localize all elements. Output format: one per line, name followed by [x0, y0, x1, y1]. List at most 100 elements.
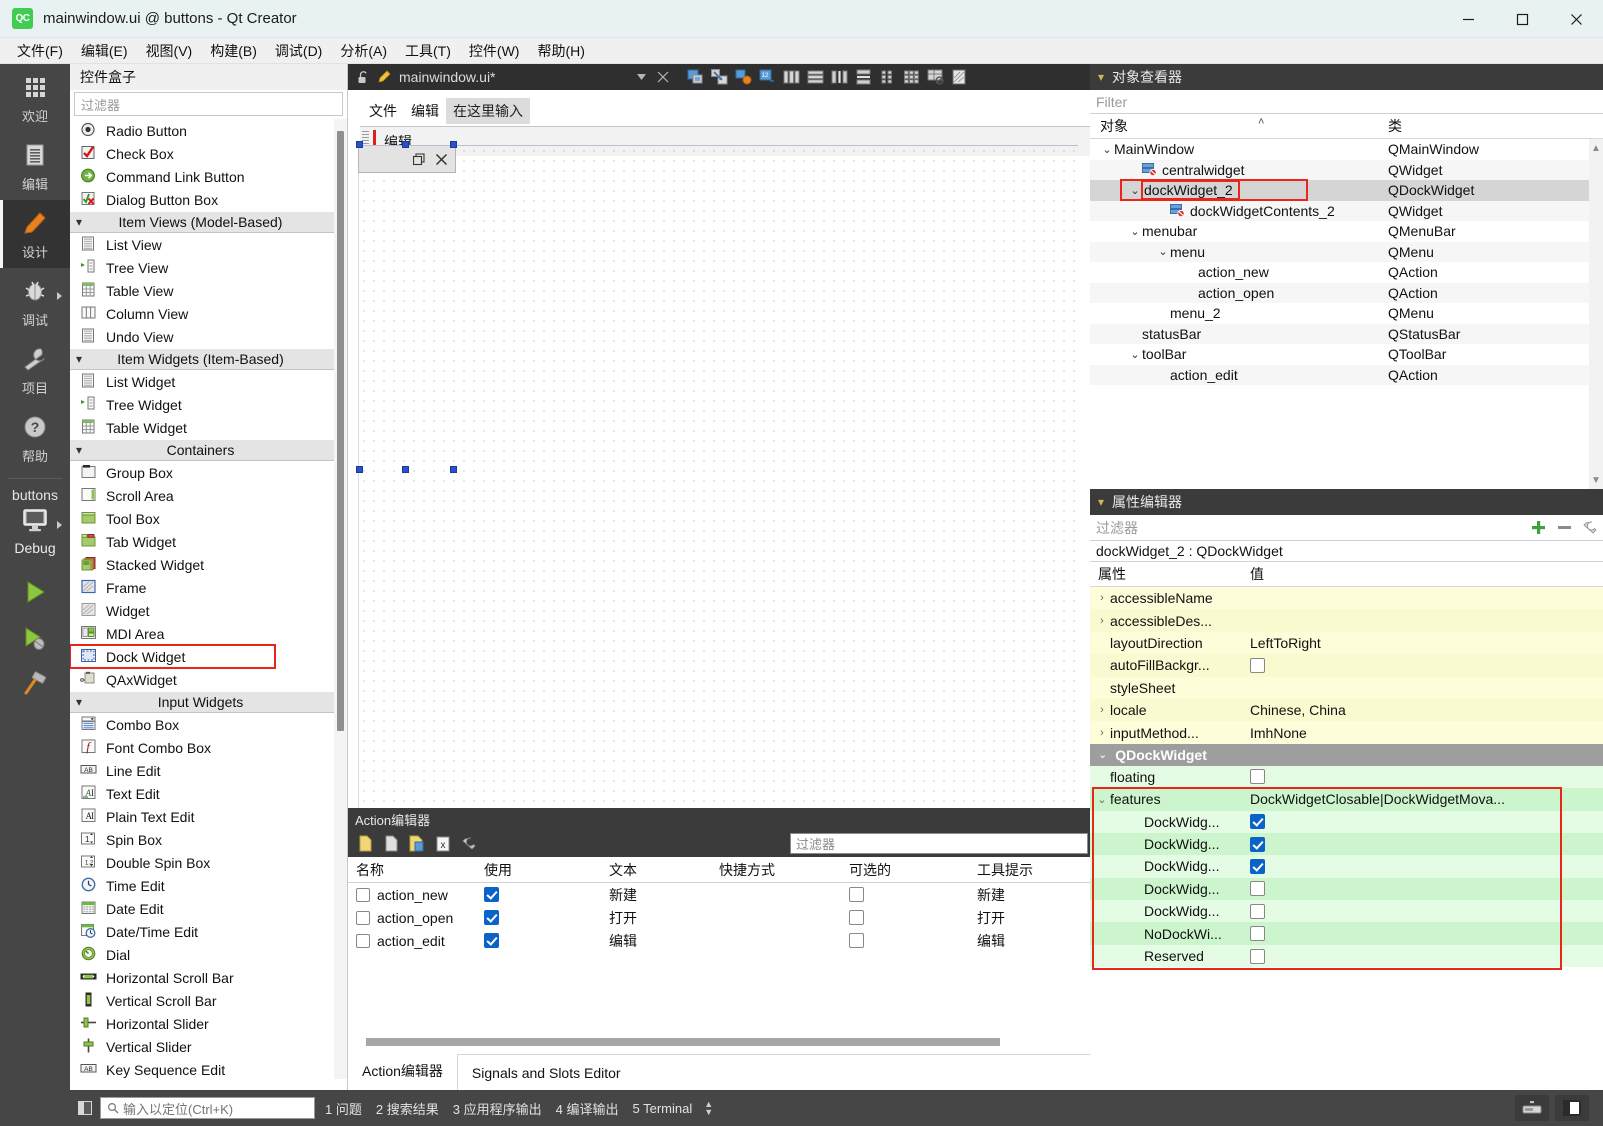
- layout-grid-icon[interactable]: [900, 66, 922, 88]
- widget-item-list-widget[interactable]: List Widget: [70, 370, 347, 393]
- menu-debug[interactable]: 调试(D): [266, 38, 331, 64]
- object-tree-row[interactable]: action_new QAction: [1090, 262, 1603, 283]
- progress-icon[interactable]: [1515, 1095, 1549, 1121]
- object-column-header[interactable]: 对象: [1090, 116, 1380, 136]
- close-icon[interactable]: [435, 153, 448, 166]
- property-group-qdockwidget[interactable]: ⌄ QDockWidget: [1090, 743, 1603, 766]
- menu-view[interactable]: 视图(V): [137, 38, 202, 64]
- property-editor-title-bar[interactable]: ▾ 属性编辑器: [1090, 489, 1603, 515]
- output-pane-button[interactable]: 3 应用程序输出: [453, 1099, 542, 1118]
- chevron-down-icon[interactable]: ⌄: [1098, 748, 1107, 761]
- widget-item-plain-text-edit[interactable]: A I Plain Text Edit: [70, 805, 347, 828]
- action-column-header[interactable]: 使用: [476, 860, 601, 880]
- property-row[interactable]: DockWidg...: [1090, 900, 1603, 923]
- action-select-checkbox[interactable]: [356, 910, 370, 925]
- action-checkable-checkbox[interactable]: [849, 887, 864, 902]
- widget-item-key-sequence-edit[interactable]: AB Key Sequence Edit: [70, 1058, 347, 1079]
- selection-handle[interactable]: [356, 466, 363, 473]
- bottom-tab[interactable]: Signals and Slots Editor: [457, 1058, 635, 1090]
- widget-item-date-edit[interactable]: Date Edit: [70, 897, 347, 920]
- widget-item-time-edit[interactable]: Time Edit: [70, 874, 347, 897]
- selection-handle[interactable]: [450, 466, 457, 473]
- chevron-icon[interactable]: ›: [1094, 592, 1110, 604]
- object-tree-row[interactable]: ⌄ menu QMenu: [1090, 241, 1603, 262]
- selection-handle[interactable]: [402, 141, 409, 148]
- property-value-checkbox[interactable]: [1250, 858, 1265, 874]
- chevron-icon[interactable]: ⌄: [1094, 793, 1110, 806]
- form-canvas[interactable]: 文件 编辑 在这里输入 编辑: [348, 90, 1400, 832]
- kit-selector[interactable]: Debug: [0, 503, 70, 559]
- break-layout-icon[interactable]: [924, 66, 946, 88]
- property-value-checkbox[interactable]: [1250, 926, 1265, 942]
- object-tree-row[interactable]: statusBar QStatusBar: [1090, 323, 1603, 344]
- mode-pencil[interactable]: 设计: [0, 200, 70, 268]
- widget-item-check-box[interactable]: Check Box: [70, 142, 347, 165]
- property-row[interactable]: autoFillBackgr...: [1090, 654, 1603, 677]
- widget-item-line-edit[interactable]: AB Line Edit: [70, 759, 347, 782]
- action-checkable-checkbox[interactable]: [849, 933, 864, 948]
- object-inspector-filter-input[interactable]: Filter: [1090, 90, 1603, 114]
- widget-item-list-view[interactable]: List View: [70, 233, 347, 256]
- object-tree-row[interactable]: ⌄ MainWindow QMainWindow: [1090, 139, 1603, 160]
- layout-splitter-v-icon[interactable]: [852, 66, 874, 88]
- action-editor-hscrollbar[interactable]: [366, 1038, 1000, 1046]
- debug-run-button[interactable]: [0, 615, 70, 661]
- action-column-header[interactable]: 快捷方式: [711, 860, 841, 880]
- action-column-header[interactable]: 工具提示: [969, 860, 1089, 880]
- property-filter-input[interactable]: 过滤器: [1090, 518, 1525, 538]
- object-tree-row[interactable]: ⌄ menubar QMenuBar: [1090, 221, 1603, 242]
- chevron-icon[interactable]: ›: [1094, 615, 1110, 627]
- scroll-down-icon[interactable]: ▼: [1589, 473, 1603, 487]
- menu-analyze[interactable]: 分析(A): [331, 38, 396, 64]
- chevron-down-icon[interactable]: ⌄: [1100, 143, 1114, 156]
- widget-item-tree-widget[interactable]: Tree Widget: [70, 393, 347, 416]
- output-pane-button[interactable]: 4 编译输出: [556, 1099, 619, 1118]
- object-tree-row[interactable]: action_open QAction: [1090, 282, 1603, 303]
- widget-item-vertical-slider[interactable]: Vertical Slider: [70, 1035, 347, 1058]
- mode-bug[interactable]: 调试: [0, 268, 70, 336]
- close-editor-icon[interactable]: [652, 66, 674, 88]
- close-button[interactable]: [1549, 0, 1603, 38]
- chevron-down-icon[interactable]: ⌄: [1156, 245, 1170, 258]
- form-menu-item[interactable]: 编辑: [404, 98, 446, 124]
- property-row[interactable]: DockWidg...: [1090, 855, 1603, 878]
- property-value[interactable]: LeftToRight: [1250, 635, 1321, 651]
- property-row[interactable]: › accessibleDes...: [1090, 609, 1603, 632]
- widget-item-date-time-edit[interactable]: Date/Time Edit: [70, 920, 347, 943]
- chevron-down-icon[interactable]: ▾: [76, 695, 94, 709]
- action-used-checkbox[interactable]: [484, 933, 499, 948]
- chevron-down-icon[interactable]: [630, 66, 652, 88]
- float-icon[interactable]: [413, 152, 426, 166]
- menu-edit[interactable]: 编辑(E): [72, 38, 137, 64]
- property-row[interactable]: › accessibleName: [1090, 587, 1603, 610]
- widget-item-group-box[interactable]: Group Box: [70, 461, 347, 484]
- paste-action-icon[interactable]: [406, 833, 428, 855]
- widget-item-qaxwidget[interactable]: QAxWidget: [70, 668, 347, 691]
- action-table-row[interactable]: action_open 打开 打开: [348, 906, 1090, 929]
- scrollbar-thumb[interactable]: [337, 131, 344, 731]
- mode-document[interactable]: 编辑: [0, 132, 70, 200]
- layout-horizontally-icon[interactable]: [780, 66, 802, 88]
- widget-item-tool-box[interactable]: Tool Box: [70, 507, 347, 530]
- widget-item-double-spin-box[interactable]: 1.2 Double Spin Box: [70, 851, 347, 874]
- object-tree-row[interactable]: ⌄ toolBar QToolBar: [1090, 344, 1603, 365]
- widget-item-widget[interactable]: Widget: [70, 599, 347, 622]
- property-row[interactable]: ⌄ features DockWidgetClosable|DockWidgetMo…: [1090, 788, 1603, 811]
- output-pane-button[interactable]: 5 Terminal: [633, 1101, 693, 1116]
- object-tree-row[interactable]: action_edit QAction: [1090, 364, 1603, 385]
- property-row[interactable]: layoutDirection LeftToRight: [1090, 631, 1603, 655]
- locator-input[interactable]: 输入以定位(Ctrl+K): [100, 1097, 315, 1119]
- widget-item-table-widget[interactable]: Table Widget: [70, 416, 347, 439]
- edit-signals-slots-icon[interactable]: [708, 66, 730, 88]
- menu-build[interactable]: 构建(B): [201, 38, 266, 64]
- layout-vertically-icon[interactable]: [804, 66, 826, 88]
- chevron-down-icon[interactable]: ⌄: [1128, 184, 1142, 197]
- selection-handle[interactable]: [450, 141, 457, 148]
- widget-item-mdi-area[interactable]: MDI Area: [70, 622, 347, 645]
- object-tree-row[interactable]: ⌄ dockWidget_2 QDockWidget: [1090, 180, 1603, 201]
- unlocked-icon[interactable]: [354, 68, 372, 86]
- property-row[interactable]: › inputMethod... ImhNone: [1090, 721, 1603, 744]
- property-value-checkbox[interactable]: [1250, 903, 1265, 919]
- widget-box-scrollbar[interactable]: [334, 119, 347, 1079]
- action-select-checkbox[interactable]: [356, 933, 370, 948]
